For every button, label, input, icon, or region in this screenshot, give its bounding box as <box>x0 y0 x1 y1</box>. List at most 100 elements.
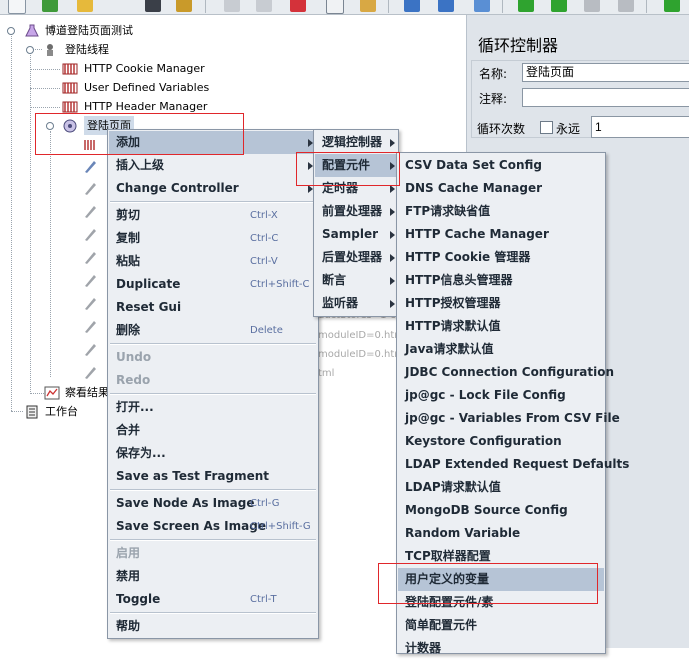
config-item-keystore[interactable]: Keystore Configuration <box>398 430 604 453</box>
submenu-item-logic-controller[interactable]: 逻辑控制器 <box>315 131 397 154</box>
menu-item-copy[interactable]: 复制 Ctrl-C <box>109 227 317 250</box>
menu-item-open[interactable]: 打开... <box>109 396 317 419</box>
config-item-csv-data-set[interactable]: CSV Data Set Config <box>398 154 604 177</box>
submenu-item-config-element[interactable]: 配置元件 <box>315 154 397 177</box>
menu-item-add[interactable]: 添加 <box>109 131 317 154</box>
sampler-pencil-icon <box>85 298 96 310</box>
menu-item-delete[interactable]: 删除 Delete <box>109 319 317 342</box>
config-item-http-cache[interactable]: HTTP Cache Manager <box>398 223 604 246</box>
menu-item-disable[interactable]: 禁用 <box>109 565 317 588</box>
config-item-ldap-extended[interactable]: LDAP Extended Request Defaults <box>398 453 629 476</box>
thread-group-icon <box>47 44 53 56</box>
config-item-counter[interactable]: 计数器 <box>398 637 604 660</box>
menu-item-cut[interactable]: 剪切 Ctrl-X <box>109 204 317 227</box>
menu-item-duplicate[interactable]: Duplicate Ctrl+Shift-C <box>109 273 317 296</box>
collapse-toggle[interactable] <box>46 122 54 130</box>
menu-item-reset-gui[interactable]: Reset Gui <box>109 296 317 319</box>
submenu-arrow-icon <box>390 277 395 285</box>
menu-item-toggle[interactable]: Toggle Ctrl-T <box>109 588 317 611</box>
start-icon[interactable] <box>518 0 534 12</box>
config-item-simple-config[interactable]: 简单配置元件 <box>398 614 604 637</box>
config-item-http-auth[interactable]: HTTP授权管理器 <box>398 292 604 315</box>
cut-icon[interactable] <box>290 0 306 12</box>
menu-item-change-controller[interactable]: Change Controller <box>109 177 317 200</box>
save-icon[interactable] <box>145 0 161 12</box>
config-item-lock-file[interactable]: jp@gc - Lock File Config <box>398 384 604 407</box>
submenu-item-timer[interactable]: 定时器 <box>315 177 397 200</box>
comment-label: 注释: <box>479 92 508 106</box>
submenu-arrow-icon <box>390 185 395 193</box>
config-item-random-variable[interactable]: Random Variable <box>398 522 604 545</box>
shutdown-icon[interactable] <box>618 0 634 12</box>
stop-icon[interactable] <box>584 0 600 12</box>
submenu-item-post-processor[interactable]: 后置处理器 <box>315 246 397 269</box>
menu-item-paste[interactable]: 粘贴 Ctrl-V <box>109 250 317 273</box>
config-item-http-cookie[interactable]: HTTP Cookie 管理器 <box>398 246 604 269</box>
config-item-variables-csv[interactable]: jp@gc - Variables From CSV File <box>398 407 620 430</box>
config-element-icon <box>62 101 78 113</box>
submenu-arrow-icon <box>390 254 395 262</box>
sampler-pencil-icon <box>85 206 96 218</box>
collapse-toggle[interactable] <box>26 46 34 54</box>
loop-count-field[interactable] <box>591 116 689 138</box>
menu-item-save-as[interactable]: 保存为... <box>109 442 317 465</box>
menu-item-save-screen-image[interactable]: Save Screen As Image Ctrl+Shift-G <box>109 515 317 538</box>
config-item-jdbc[interactable]: JDBC Connection Configuration <box>398 361 614 384</box>
forever-checkbox[interactable] <box>540 121 553 134</box>
copy-icon[interactable] <box>326 0 344 14</box>
sampler-pencil-icon <box>85 367 96 379</box>
config-element-icon <box>84 140 95 150</box>
cut-icon-top[interactable] <box>176 0 192 12</box>
redo-icon[interactable] <box>256 0 272 12</box>
menu-item-merge[interactable]: 合并 <box>109 419 317 442</box>
remote-start-icon[interactable] <box>664 0 680 12</box>
menu-item-help[interactable]: 帮助 <box>109 615 317 638</box>
config-item-dns-cache[interactable]: DNS Cache Manager <box>398 177 604 200</box>
collapse-toggle[interactable] <box>7 27 15 35</box>
workbench-icon <box>26 405 38 419</box>
config-item-ftp-defaults[interactable]: FTP请求缺省值 <box>398 200 604 223</box>
config-item-http-header[interactable]: HTTP信息头管理器 <box>398 269 604 292</box>
menu-item-undo[interactable]: Undo <box>109 346 317 369</box>
name-field[interactable] <box>522 63 689 82</box>
open-icon[interactable] <box>77 0 93 12</box>
loop-controller-icon <box>63 119 77 133</box>
menu-item-enable[interactable]: 启用 <box>109 542 317 565</box>
tree-ghost-text: moduleID=0.html <box>318 349 407 360</box>
tree-ghost-text: tml <box>318 368 335 379</box>
paste-icon[interactable] <box>360 0 376 12</box>
menu-item-redo[interactable]: Redo <box>109 369 317 392</box>
listener-icon <box>44 386 60 400</box>
comment-field[interactable] <box>522 88 689 107</box>
submenu-item-pre-processor[interactable]: 前置处理器 <box>315 200 397 223</box>
undo-icon[interactable] <box>224 0 240 12</box>
context-menu: 添加 插入上级 Change Controller 剪切 Ctrl-X 复制 C… <box>107 129 319 639</box>
submenu-arrow-icon <box>390 300 395 308</box>
submenu-item-listener[interactable]: 监听器 <box>315 292 397 315</box>
config-item-ldap-defaults[interactable]: LDAP请求默认值 <box>398 476 604 499</box>
menu-item-save-as-fragment[interactable]: Save as Test Fragment <box>109 465 317 488</box>
config-element-icon <box>62 63 78 75</box>
config-item-java-defaults[interactable]: Java请求默认值 <box>398 338 604 361</box>
menu-item-insert-parent[interactable]: 插入上级 <box>109 154 317 177</box>
submenu-item-assertion[interactable]: 断言 <box>315 269 397 292</box>
sampler-pencil-icon <box>85 161 96 173</box>
config-item-tcp-sampler[interactable]: TCP取样器配置 <box>398 545 604 568</box>
start-no-pause-icon[interactable] <box>551 0 567 12</box>
expand-icon[interactable] <box>404 0 420 12</box>
config-item-user-defined-variables[interactable]: 用户定义的变量 <box>398 568 604 591</box>
toggle-icon[interactable] <box>474 0 490 12</box>
config-item-mongodb[interactable]: MongoDB Source Config <box>398 499 604 522</box>
templates-icon[interactable] <box>42 0 58 12</box>
config-element-icon <box>62 82 78 94</box>
loop-count-label: 循环次数 <box>477 122 526 136</box>
collapse-icon[interactable] <box>438 0 454 12</box>
menu-item-save-node-image[interactable]: Save Node As Image Ctrl-G <box>109 492 317 515</box>
new-icon[interactable] <box>8 0 26 14</box>
submenu-item-sampler[interactable]: Sampler <box>315 223 397 246</box>
config-item-http-defaults[interactable]: HTTP请求默认值 <box>398 315 604 338</box>
config-element-submenu: CSV Data Set Config DNS Cache Manager FT… <box>396 152 629 655</box>
name-label: 名称: <box>479 67 508 81</box>
config-item-login-config[interactable]: 登陆配置元件/素 <box>398 591 604 614</box>
sampler-pencil-icon <box>85 275 96 287</box>
